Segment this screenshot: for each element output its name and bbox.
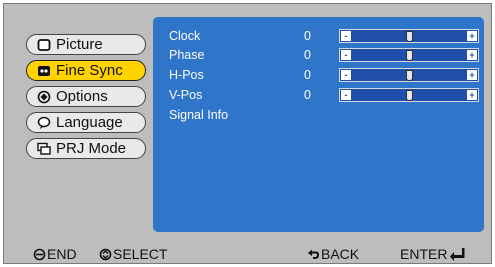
picture-icon <box>37 38 51 52</box>
slider-plus: + <box>467 90 477 100</box>
slider-minus: - <box>341 31 351 41</box>
slider-minus: - <box>341 90 351 100</box>
nav-label-language: Language <box>56 114 123 131</box>
slider-minus: - <box>341 50 351 60</box>
footer-select: SELECT <box>99 246 167 262</box>
prj-mode-icon <box>37 142 51 156</box>
nav-item-language[interactable]: Language <box>26 112 146 133</box>
end-icon <box>33 248 47 261</box>
setting-label-clock: Clock <box>169 29 201 43</box>
footer-end-label: END <box>47 246 77 262</box>
signal-info-item[interactable]: Signal Info <box>169 107 228 123</box>
slider-v-pos[interactable]: - + <box>339 88 479 102</box>
nav-item-fine-sync[interactable]: Fine Sync <box>26 60 146 81</box>
nav-label-prj-mode: PRJ Mode <box>56 140 127 157</box>
footer-end: END <box>33 246 77 262</box>
setting-value-clock: 0 <box>304 29 311 43</box>
slider-thumb[interactable] <box>406 70 413 81</box>
back-icon <box>307 248 321 261</box>
footer-enter: ENTER <box>400 246 465 262</box>
slider-thumb[interactable] <box>406 31 413 42</box>
slider-h-pos[interactable]: - + <box>339 68 479 82</box>
enter-icon <box>447 247 465 261</box>
nav-item-picture[interactable]: Picture <box>26 34 146 55</box>
slider-thumb[interactable] <box>406 50 413 61</box>
language-icon <box>37 116 51 130</box>
footer-enter-label: ENTER <box>400 246 448 262</box>
fine-sync-icon <box>37 64 51 78</box>
slider-clock[interactable]: - + <box>339 29 479 43</box>
slider-phase[interactable]: - + <box>339 48 479 62</box>
footer-back-label: BACK <box>321 246 360 262</box>
setting-value-phase: 0 <box>304 48 311 62</box>
setting-label-phase: Phase <box>169 48 205 62</box>
setting-label-v-pos: V-Pos <box>169 88 203 102</box>
nav-label-options: Options <box>56 88 108 105</box>
slider-plus: + <box>467 50 477 60</box>
options-icon <box>37 90 51 104</box>
nav-item-prj-mode[interactable]: PRJ Mode <box>26 138 146 159</box>
slider-plus: + <box>467 70 477 80</box>
slider-minus: - <box>341 70 351 80</box>
slider-plus: + <box>467 31 477 41</box>
footer-back: BACK <box>307 246 359 262</box>
nav-item-options[interactable]: Options <box>26 86 146 107</box>
setting-label-h-pos: H-Pos <box>169 68 204 82</box>
fine-sync-panel: Clock 0 - + Phase 0 - + H-Pos 0 - + V-Po… <box>153 17 484 232</box>
setting-value-h-pos: 0 <box>304 68 311 82</box>
menu-frame: Picture Fine Sync Options Language PRJ M <box>3 3 492 264</box>
nav-label-fine-sync: Fine Sync <box>56 62 123 79</box>
slider-thumb[interactable] <box>406 90 413 101</box>
footer-bar: END SELECT BACK ENTER <box>4 242 493 264</box>
select-icon <box>99 248 113 261</box>
footer-select-label: SELECT <box>113 246 168 262</box>
nav-label-picture: Picture <box>56 36 103 53</box>
setting-value-v-pos: 0 <box>304 88 311 102</box>
